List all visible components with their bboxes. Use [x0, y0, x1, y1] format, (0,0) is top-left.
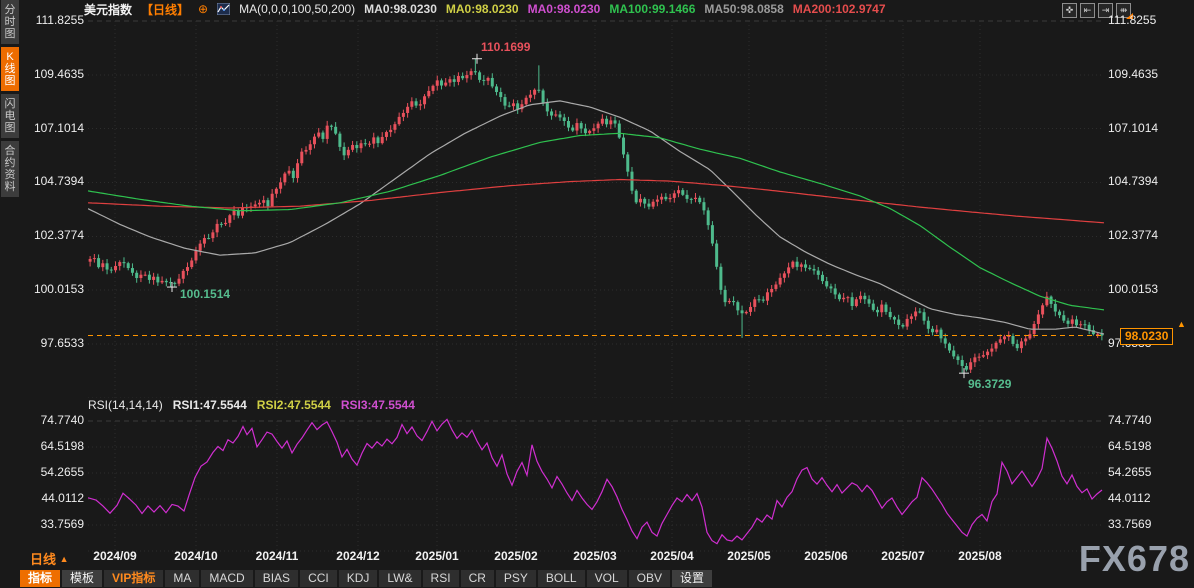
toolbar-tab-KDJ[interactable]: KDJ — [339, 570, 378, 587]
price-axis-label: 111.8255 — [20, 13, 84, 27]
time-axis-label: 2024/12 — [326, 549, 390, 563]
price-axis-label: 104.7394 — [20, 174, 84, 188]
price-axis-label: 104.7394 — [1108, 174, 1178, 188]
price-annotation: 110.1699 — [481, 40, 530, 54]
time-axis-label: 2025/05 — [717, 549, 781, 563]
rsi-value: RSI1:47.5544 — [173, 398, 247, 412]
chevron-up-icon: ▲ — [60, 554, 69, 564]
rsi-axis-label: 74.7740 — [1108, 413, 1178, 427]
price-axis-label: 109.4635 — [20, 67, 84, 81]
price-axis-label: 100.0153 — [1108, 282, 1178, 296]
rsi-axis-label: 44.0112 — [1108, 491, 1178, 505]
time-axis-label: 2025/06 — [794, 549, 858, 563]
rsi-axis-label: 64.5198 — [20, 439, 84, 453]
price-axis-label: 109.4635 — [1108, 67, 1178, 81]
toolbar-tab-MA[interactable]: MA — [165, 570, 199, 587]
toolbar-tab-LW&[interactable]: LW& — [379, 570, 420, 587]
toolbar-tab-RSI[interactable]: RSI — [423, 570, 459, 587]
toolbar-tab-CCI[interactable]: CCI — [300, 570, 337, 587]
price-axis-label: 111.8255 — [1108, 13, 1178, 27]
price-chart[interactable] — [88, 14, 1104, 398]
time-axis-label: 2025/07 — [871, 549, 935, 563]
toolbar-tab-VOL[interactable]: VOL — [587, 570, 627, 587]
watermark: FX678 — [1079, 538, 1190, 580]
rsi-value: RSI2:47.5544 — [257, 398, 331, 412]
sidebar-tab-分时图[interactable]: 分时图 — [1, 0, 19, 44]
price-axis-label: 107.1014 — [20, 121, 84, 135]
sidebar-tab-闪电图[interactable]: 闪电图 — [1, 94, 19, 138]
time-axis-label: 2024/11 — [245, 549, 309, 563]
time-axis-label: 2025/08 — [948, 549, 1012, 563]
toolbar-tab-BOLL[interactable]: BOLL — [538, 570, 585, 587]
period-label: 日线 — [30, 552, 56, 567]
chart-application: 分时图K线图闪电图合约资料 美元指数 【日线】 ⊕ MA(0,0,0,100,5… — [0, 0, 1194, 588]
rsi-axis-label: 54.2655 — [20, 465, 84, 479]
toolbar-tab-模板[interactable]: 模板 — [62, 570, 102, 587]
rsi-value: RSI3:47.5544 — [341, 398, 415, 412]
toolbar-tab-CR[interactable]: CR — [461, 570, 494, 587]
toolbar-tab-OBV[interactable]: OBV — [629, 570, 670, 587]
price-marker-icon: ▲ — [1177, 319, 1186, 329]
rsi-axis-label: 64.5198 — [1108, 439, 1178, 453]
toolbar-tab-设置[interactable]: 设置 — [672, 570, 712, 587]
toolbar-tab-BIAS[interactable]: BIAS — [255, 570, 298, 587]
price-axis-label: 102.3774 — [1108, 228, 1178, 242]
time-axis-label: 2025/01 — [405, 549, 469, 563]
rsi-axis-label: 33.7569 — [20, 517, 84, 531]
price-annotation: 96.3729 — [968, 377, 1011, 391]
period-selector[interactable]: 日线 ▲ — [30, 549, 69, 568]
rsi-chart[interactable] — [88, 412, 1104, 552]
price-axis-label: 102.3774 — [20, 228, 84, 242]
rsi-axis-label: 44.0112 — [20, 491, 84, 505]
toolbar-tab-VIP指标[interactable]: VIP指标 — [104, 570, 163, 587]
price-axis-label: 97.6533 — [20, 336, 84, 350]
time-axis-label: 2025/03 — [563, 549, 627, 563]
rsi-axis-label: 33.7569 — [1108, 517, 1178, 531]
toolbar-tab-MACD[interactable]: MACD — [201, 570, 252, 587]
price-axis-label: 100.0153 — [20, 282, 84, 296]
rsi-header: RSI(14,14,14) RSI1:47.5544 RSI2:47.5544 RS… — [88, 398, 415, 412]
last-price-tag: 98.0230 — [1120, 328, 1173, 345]
left-sidebar: 分时图 K线图闪电图合约资料 — [0, 0, 20, 588]
time-axis-label: 2025/04 — [640, 549, 704, 563]
time-axis-label: 2025/02 — [484, 549, 548, 563]
sidebar-tab-K线图[interactable]: K线图 — [1, 47, 19, 91]
rsi-axis-label: 74.7740 — [20, 413, 84, 427]
sidebar-tab-合约资料[interactable]: 合约资料 — [1, 141, 19, 197]
indicator-toolbar: 指标模板VIP指标MAMACDBIASCCIKDJLW&RSICRPSYBOLL… — [20, 570, 712, 588]
time-axis-label: 2024/10 — [164, 549, 228, 563]
time-axis-label: 2024/09 — [83, 549, 147, 563]
rsi-axis-label: 54.2655 — [1108, 465, 1178, 479]
toolbar-tab-PSY[interactable]: PSY — [496, 570, 536, 587]
rsi-title: RSI(14,14,14) — [88, 398, 163, 412]
toolbar-tab-指标[interactable]: 指标 — [20, 570, 60, 587]
price-axis-label: 107.1014 — [1108, 121, 1178, 135]
price-annotation: 100.1514 — [180, 287, 230, 301]
